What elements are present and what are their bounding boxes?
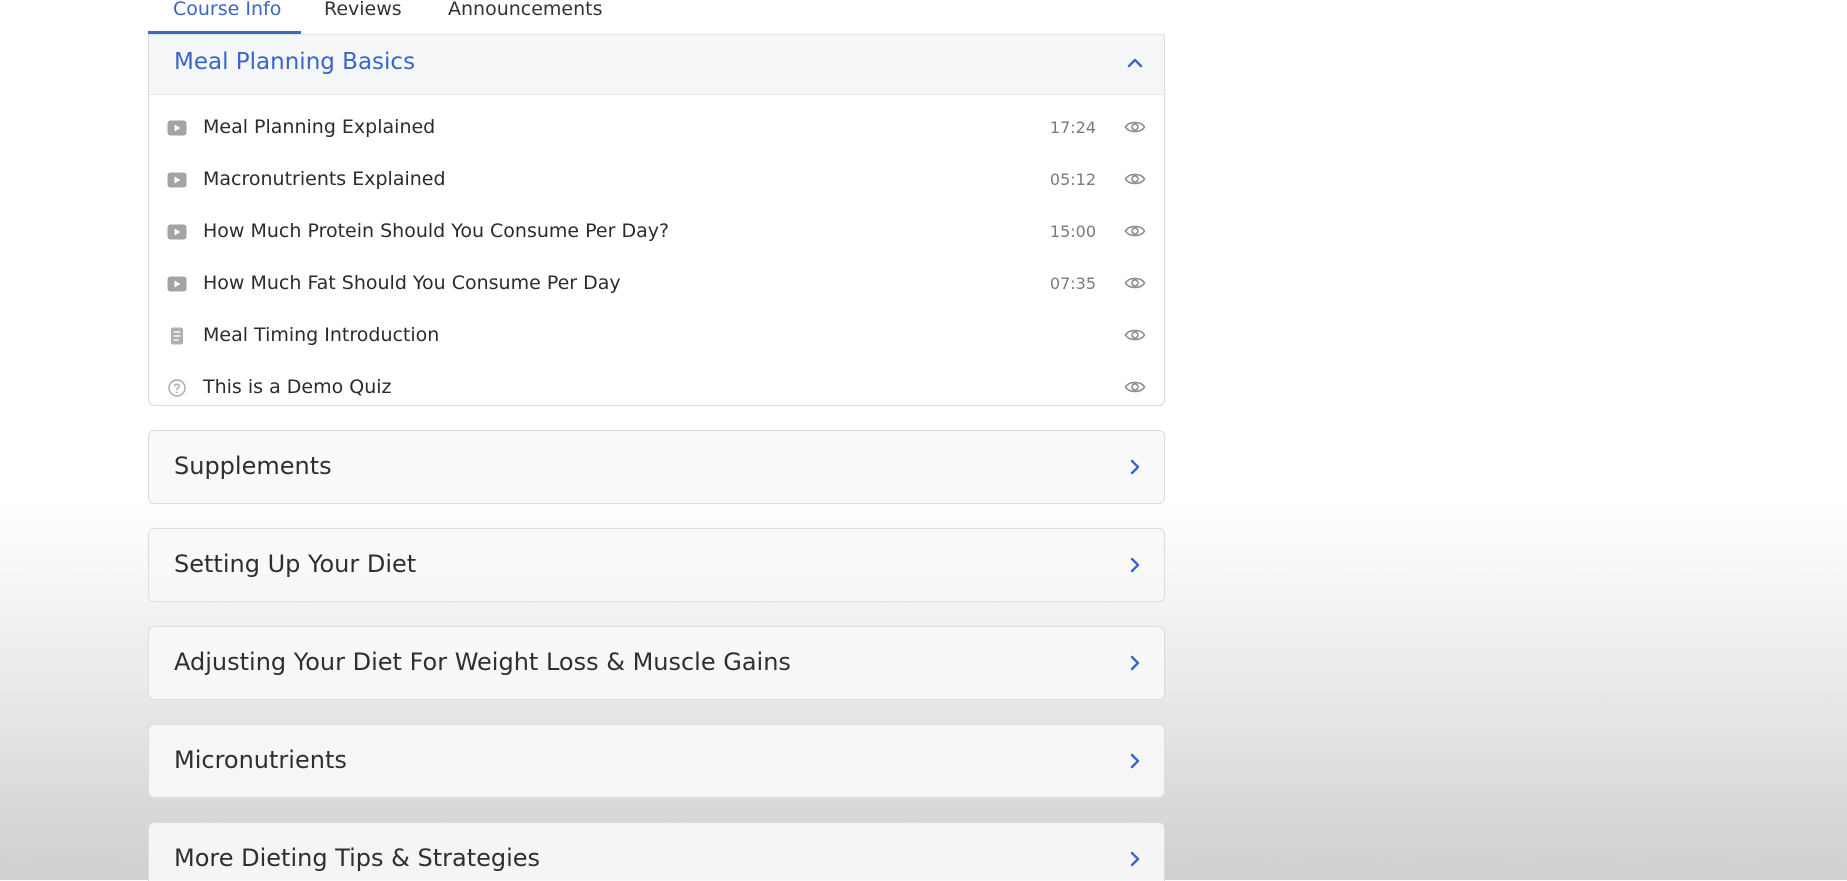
lesson-item[interactable]: Meal Planning Explained 17:24 xyxy=(149,102,1164,154)
section-more-dieting-tips[interactable]: More Dieting Tips & Strategies xyxy=(148,822,1165,881)
section-title: Micronutrients xyxy=(174,746,347,774)
lesson-duration: 05:12 xyxy=(1049,170,1096,189)
section-meal-planning-basics: Meal Planning Basics Meal Planning Expla… xyxy=(148,35,1165,406)
chevron-right-icon xyxy=(1130,557,1140,573)
section-micronutrients[interactable]: Micronutrients xyxy=(148,724,1165,798)
chevron-right-icon xyxy=(1130,459,1140,475)
video-icon xyxy=(167,120,187,136)
active-tab-indicator xyxy=(148,31,301,34)
lesson-title: This is a Demo Quiz xyxy=(203,376,392,398)
chevron-up-icon xyxy=(1127,58,1143,68)
lesson-item[interactable]: How Much Protein Should You Consume Per … xyxy=(149,206,1164,258)
chevron-right-icon xyxy=(1130,851,1140,867)
lesson-title: How Much Fat Should You Consume Per Day xyxy=(203,272,621,294)
tab-reviews[interactable]: Reviews xyxy=(324,0,402,34)
tab-announcements[interactable]: Announcements xyxy=(448,0,603,34)
lesson-title: Meal Planning Explained xyxy=(203,116,436,138)
lesson-duration: 15:00 xyxy=(1049,222,1096,241)
lesson-item[interactable]: Meal Timing Introduction xyxy=(149,310,1164,362)
section-header[interactable]: Meal Planning Basics xyxy=(149,35,1164,95)
chevron-right-icon xyxy=(1130,655,1140,671)
chevron-right-icon xyxy=(1130,753,1140,769)
lesson-duration: 07:35 xyxy=(1049,274,1096,293)
quiz-icon xyxy=(168,379,186,397)
lesson-duration: 17:24 xyxy=(1049,118,1096,137)
tab-bar: Course Info Reviews Announcements xyxy=(148,0,1165,35)
preview-eye-icon[interactable] xyxy=(1124,118,1146,136)
lesson-item[interactable]: Macronutrients Explained 05:12 xyxy=(149,154,1164,206)
lesson-title: Meal Timing Introduction xyxy=(203,324,440,346)
preview-eye-icon[interactable] xyxy=(1124,274,1146,292)
section-title: Meal Planning Basics xyxy=(174,49,416,75)
section-title: More Dieting Tips & Strategies xyxy=(174,844,541,872)
video-icon xyxy=(167,276,187,292)
section-title: Supplements xyxy=(174,452,332,480)
section-supplements[interactable]: Supplements xyxy=(148,430,1165,504)
preview-eye-icon[interactable] xyxy=(1124,170,1146,188)
lesson-title: Macronutrients Explained xyxy=(203,168,446,190)
lesson-title: How Much Protein Should You Consume Per … xyxy=(203,220,670,242)
section-setting-up-your-diet[interactable]: Setting Up Your Diet xyxy=(148,528,1165,602)
lesson-item[interactable]: This is a Demo Quiz xyxy=(149,362,1164,414)
preview-eye-icon[interactable] xyxy=(1124,378,1146,396)
course-curriculum: Course Info Reviews Announcements Meal P… xyxy=(148,0,1165,881)
section-title: Setting Up Your Diet xyxy=(174,550,417,578)
video-icon xyxy=(167,224,187,240)
video-icon xyxy=(167,172,187,188)
lesson-item[interactable]: How Much Fat Should You Consume Per Day … xyxy=(149,258,1164,310)
section-adjusting-your-diet[interactable]: Adjusting Your Diet For Weight Loss & Mu… xyxy=(148,626,1165,700)
tab-course-info[interactable]: Course Info xyxy=(173,0,281,34)
preview-eye-icon[interactable] xyxy=(1124,326,1146,344)
section-title: Adjusting Your Diet For Weight Loss & Mu… xyxy=(174,648,791,676)
preview-eye-icon[interactable] xyxy=(1124,222,1146,240)
document-icon xyxy=(171,327,183,345)
